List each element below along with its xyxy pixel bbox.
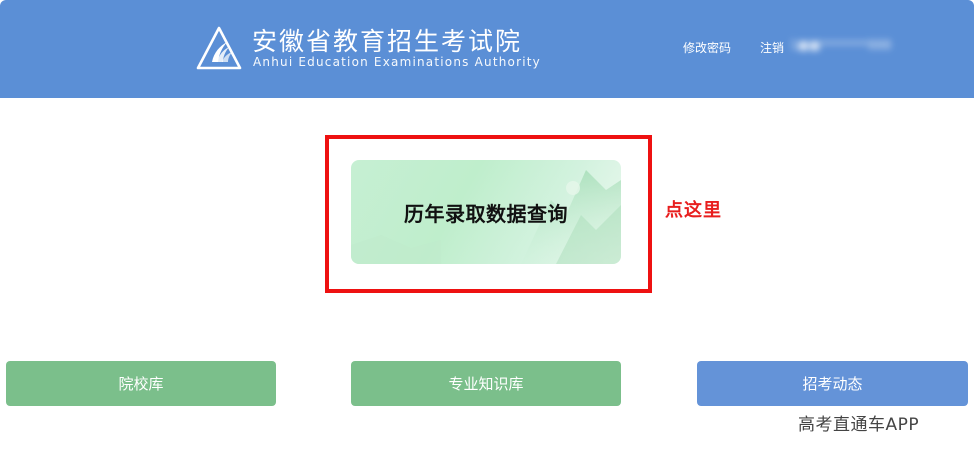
history-admission-data-card[interactable]: 历年录取数据查询 <box>351 160 621 264</box>
user-account-display: 1■■********888 <box>790 38 892 52</box>
page: 安徽省教育招生考试院 Anhui Education Examinations … <box>0 0 974 460</box>
logout-link[interactable]: 注销 <box>760 39 784 56</box>
aeea-logo-icon <box>196 26 242 70</box>
source-watermark: 高考直通车APP <box>798 415 920 435</box>
schools-database-button[interactable]: 院校库 <box>6 361 276 406</box>
admission-news-button[interactable]: 招考动态 <box>697 361 968 406</box>
change-password-link[interactable]: 修改密码 <box>683 39 731 56</box>
history-card-title: 历年录取数据查询 <box>404 202 568 226</box>
org-name-english: Anhui Education Examinations Authority <box>253 55 541 69</box>
click-here-annotation: 点这里 <box>665 200 722 221</box>
org-name-chinese: 安徽省教育招生考试院 <box>252 27 523 56</box>
header-bar: 安徽省教育招生考试院 Anhui Education Examinations … <box>0 0 974 98</box>
majors-knowledge-base-button[interactable]: 专业知识库 <box>351 361 621 406</box>
